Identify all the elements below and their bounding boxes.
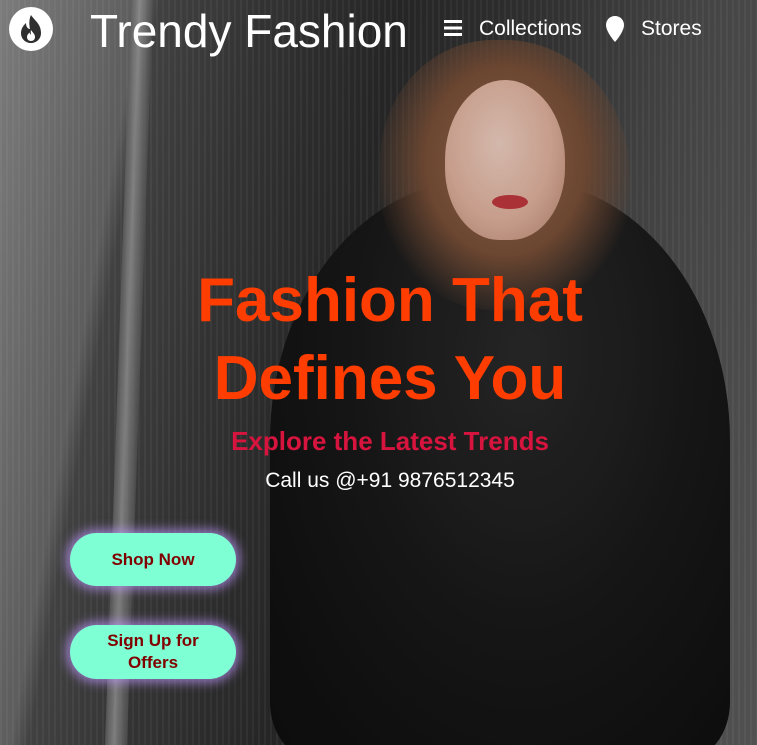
location-pin-icon[interactable] — [605, 15, 625, 43]
nav-link-collections[interactable]: Collections — [479, 17, 582, 41]
page: Trendy Fashion Collections Stores Fashio… — [0, 0, 757, 745]
hamburger-menu-icon[interactable] — [442, 16, 464, 40]
nav-link-stores[interactable]: Stores — [641, 17, 702, 41]
shop-now-label: Shop Now — [111, 549, 195, 569]
shop-now-button[interactable]: Shop Now — [70, 533, 236, 586]
contact-phone: Call us @+91 9876512345 — [265, 469, 515, 492]
hero-subtitle: Explore the Latest Trends — [231, 426, 549, 456]
site-header: Trendy Fashion Collections Stores — [0, 0, 757, 62]
sign-up-offers-button[interactable]: Sign Up for Offers — [70, 625, 236, 679]
hero-title: Fashion That Defines You — [197, 266, 583, 413]
brand-name[interactable]: Trendy Fashion — [90, 4, 408, 58]
sign-up-label: Sign Up for Offers — [107, 631, 199, 672]
flame-icon[interactable] — [8, 6, 54, 52]
